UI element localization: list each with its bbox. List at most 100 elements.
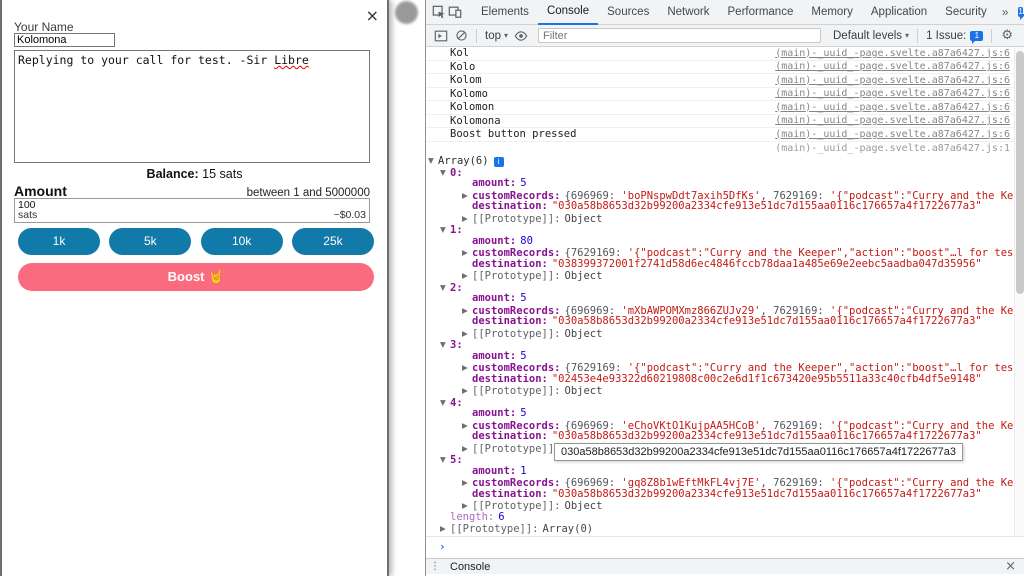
preset-25k-button[interactable]: 25k	[291, 228, 374, 255]
chevron-collapsed-icon[interactable]: ▶	[440, 523, 450, 535]
chevron-expanded-icon[interactable]: ▼	[440, 339, 450, 351]
source-link[interactable]: (main)-_uuid_-page.svelte.a87a6427.js:6	[775, 129, 1010, 140]
chevron-collapsed-icon[interactable]: ▶	[462, 500, 472, 512]
prototype-row[interactable]: ▶[[Prototype]]:Object	[426, 500, 1024, 512]
array-entry[interactable]: ▼ 1:	[426, 224, 1024, 236]
info-icon[interactable]: i	[493, 157, 504, 167]
log-levels-selector[interactable]: Default levels ▾	[829, 30, 913, 42]
source-link[interactable]: (main)-_uuid_-page.svelte.a87a6427.js:6	[775, 115, 1010, 126]
chevron-collapsed-icon[interactable]: ▶	[462, 362, 472, 374]
tab-security[interactable]: Security	[936, 0, 996, 25]
boost-button[interactable]: Boost 🤘	[18, 263, 374, 291]
preset-10k-button[interactable]: 10k	[200, 228, 283, 255]
prototype-row[interactable]: ▶[[Prototype]]:Object	[426, 328, 1024, 340]
destination-tooltip: 030a58b8653d32b99200a2334cfe913e51dc7d15…	[554, 443, 963, 461]
array-header[interactable]: ▼ Array(6) i	[426, 155, 1024, 167]
chevron-collapsed-icon[interactable]: ▶	[462, 247, 472, 259]
clear-console-icon[interactable]	[452, 27, 470, 45]
chevron-expanded-icon[interactable]: ▼	[440, 224, 450, 236]
name-input[interactable]	[14, 33, 115, 47]
entry-index: 1:	[450, 224, 463, 236]
source-link[interactable]: (main)-_uuid_-page.svelte.a87a6427.js:6	[775, 61, 1010, 72]
array-entry[interactable]: ▼ 2:	[426, 282, 1024, 294]
chevron-collapsed-icon[interactable]: ▶	[462, 305, 472, 317]
console-scrollbar[interactable]	[1014, 47, 1024, 536]
log-text: Kolom	[450, 74, 482, 87]
chevron-collapsed-icon[interactable]: ▶	[462, 190, 472, 202]
log-row: Boost button pressed (main)-_uuid_-page.s…	[426, 128, 1024, 142]
array-entry[interactable]: ▼ 0:	[426, 167, 1024, 179]
issues-counter-icon[interactable]: 1	[1018, 7, 1024, 20]
prototype-row[interactable]: ▶ [[Prototype]]: Array(0)	[426, 523, 1024, 535]
issues-counter-icon[interactable]: 1	[970, 30, 984, 44]
chevron-expanded-icon[interactable]: ▼	[440, 167, 450, 179]
chevron-expanded-icon[interactable]: ▼	[440, 397, 450, 409]
console-settings-gear-icon[interactable]: ⚙	[996, 28, 1018, 43]
tab-elements[interactable]: Elements	[472, 0, 538, 25]
array-entry[interactable]: ▼ 4:	[426, 397, 1024, 409]
device-toolbar-icon[interactable]	[448, 3, 462, 21]
prototype-row[interactable]: ▶[[Prototype]]:Object	[426, 385, 1024, 397]
prop-row: amount: 1	[426, 466, 1024, 478]
chevron-collapsed-icon[interactable]: ▶	[462, 270, 472, 282]
tab-performance[interactable]: Performance	[719, 0, 803, 25]
chevron-collapsed-icon[interactable]: ▶	[462, 385, 472, 397]
tab-memory[interactable]: Memory	[802, 0, 862, 25]
prop-row: amount: 5	[426, 351, 1024, 363]
live-expression-eye-icon[interactable]	[512, 27, 530, 45]
context-label: top	[485, 29, 501, 42]
chevron-expanded-icon[interactable]: ▼	[440, 282, 450, 294]
amount-label: Amount	[14, 183, 67, 199]
filter-input[interactable]	[538, 28, 821, 43]
source-link[interactable]: (main)-_uuid_-page.svelte.a87a6427.js:6	[775, 102, 1010, 113]
preset-1k-button[interactable]: 1k	[18, 228, 100, 255]
preset-5k-button[interactable]: 5k	[109, 228, 192, 255]
close-icon[interactable]: ×	[366, 8, 379, 24]
amount-input[interactable]: 100 sats ~$0.03	[14, 198, 370, 223]
prop-row: ▶ customRecords: {696969: 'mXbAWPOMXmz866Z…	[462, 304, 1024, 317]
tab-application[interactable]: Application	[862, 0, 936, 25]
inspect-element-icon[interactable]	[432, 3, 446, 21]
log-row: Kolo (main)-_uuid_-page.svelte.a87a6427.j…	[426, 61, 1024, 74]
entry-index: 5:	[450, 454, 463, 466]
chevron-expanded-icon[interactable]: ▼	[428, 155, 438, 167]
chevron-expanded-icon[interactable]: ▼	[440, 454, 450, 466]
prop-row: ▶ customRecords: {696969: 'eChoVKtO1KujpAA…	[462, 419, 1024, 432]
array-label: Array(6)	[438, 155, 489, 167]
amount-value[interactable]: 100	[15, 199, 369, 211]
prop-key: amount:	[472, 178, 517, 189]
scrollbar-thumb[interactable]	[1016, 51, 1024, 294]
prop-key: amount:	[472, 408, 517, 419]
tab-network[interactable]: Network	[658, 0, 718, 25]
prototype-row[interactable]: ▶[[Prototype]]:Object	[426, 270, 1024, 282]
drawer-tab-console[interactable]: Console	[450, 561, 490, 573]
prototype-row[interactable]: ▶[[Prototype]]:Object	[426, 213, 1024, 225]
prop-key: customRecords:	[472, 304, 561, 316]
amount-usd: ~$0.03	[333, 209, 366, 221]
source-link[interactable]: (main)-_uuid_-page.svelte.a87a6427.js:6	[775, 48, 1010, 59]
message-textarea[interactable]: Replying to your call for test. -Sir Lib…	[14, 50, 370, 163]
kebab-menu-icon[interactable]: ⋮	[430, 561, 440, 572]
chevron-collapsed-icon[interactable]: ▶	[462, 328, 472, 340]
console-sidebar-icon[interactable]	[432, 27, 450, 45]
chevron-collapsed-icon[interactable]: ▶	[462, 443, 472, 455]
prop-row: destination: "02453e4e93322d60219808c00c2…	[426, 374, 1024, 386]
array-entry[interactable]: ▼ 3:	[426, 339, 1024, 351]
tab-console[interactable]: Console	[537, 0, 599, 25]
prop-value: 5	[520, 408, 527, 419]
source-link[interactable]: (main)-_uuid_-page.svelte.a87a6427.js:1	[775, 143, 1010, 154]
console-prompt[interactable]: ›	[426, 536, 1024, 558]
drawer-close-icon[interactable]: ×	[1005, 559, 1016, 574]
source-link[interactable]: (main)-_uuid_-page.svelte.a87a6427.js:6	[775, 75, 1010, 86]
entry-index: 3:	[450, 339, 463, 351]
log-row: (main)-_uuid_-page.svelte.a87a6427.js:1	[426, 142, 1024, 156]
log-levels-label: Default levels	[833, 29, 903, 42]
chevron-collapsed-icon[interactable]: ▶	[462, 420, 472, 432]
tab-sources[interactable]: Sources	[598, 0, 658, 25]
context-selector[interactable]: top ▾	[481, 30, 512, 42]
source-link[interactable]: (main)-_uuid_-page.svelte.a87a6427.js:6	[775, 88, 1010, 99]
more-tabs-icon[interactable]: »	[996, 5, 1015, 19]
chevron-collapsed-icon[interactable]: ▶	[462, 477, 472, 489]
log-text: Kolomona	[450, 114, 501, 127]
chevron-collapsed-icon[interactable]: ▶	[462, 213, 472, 225]
